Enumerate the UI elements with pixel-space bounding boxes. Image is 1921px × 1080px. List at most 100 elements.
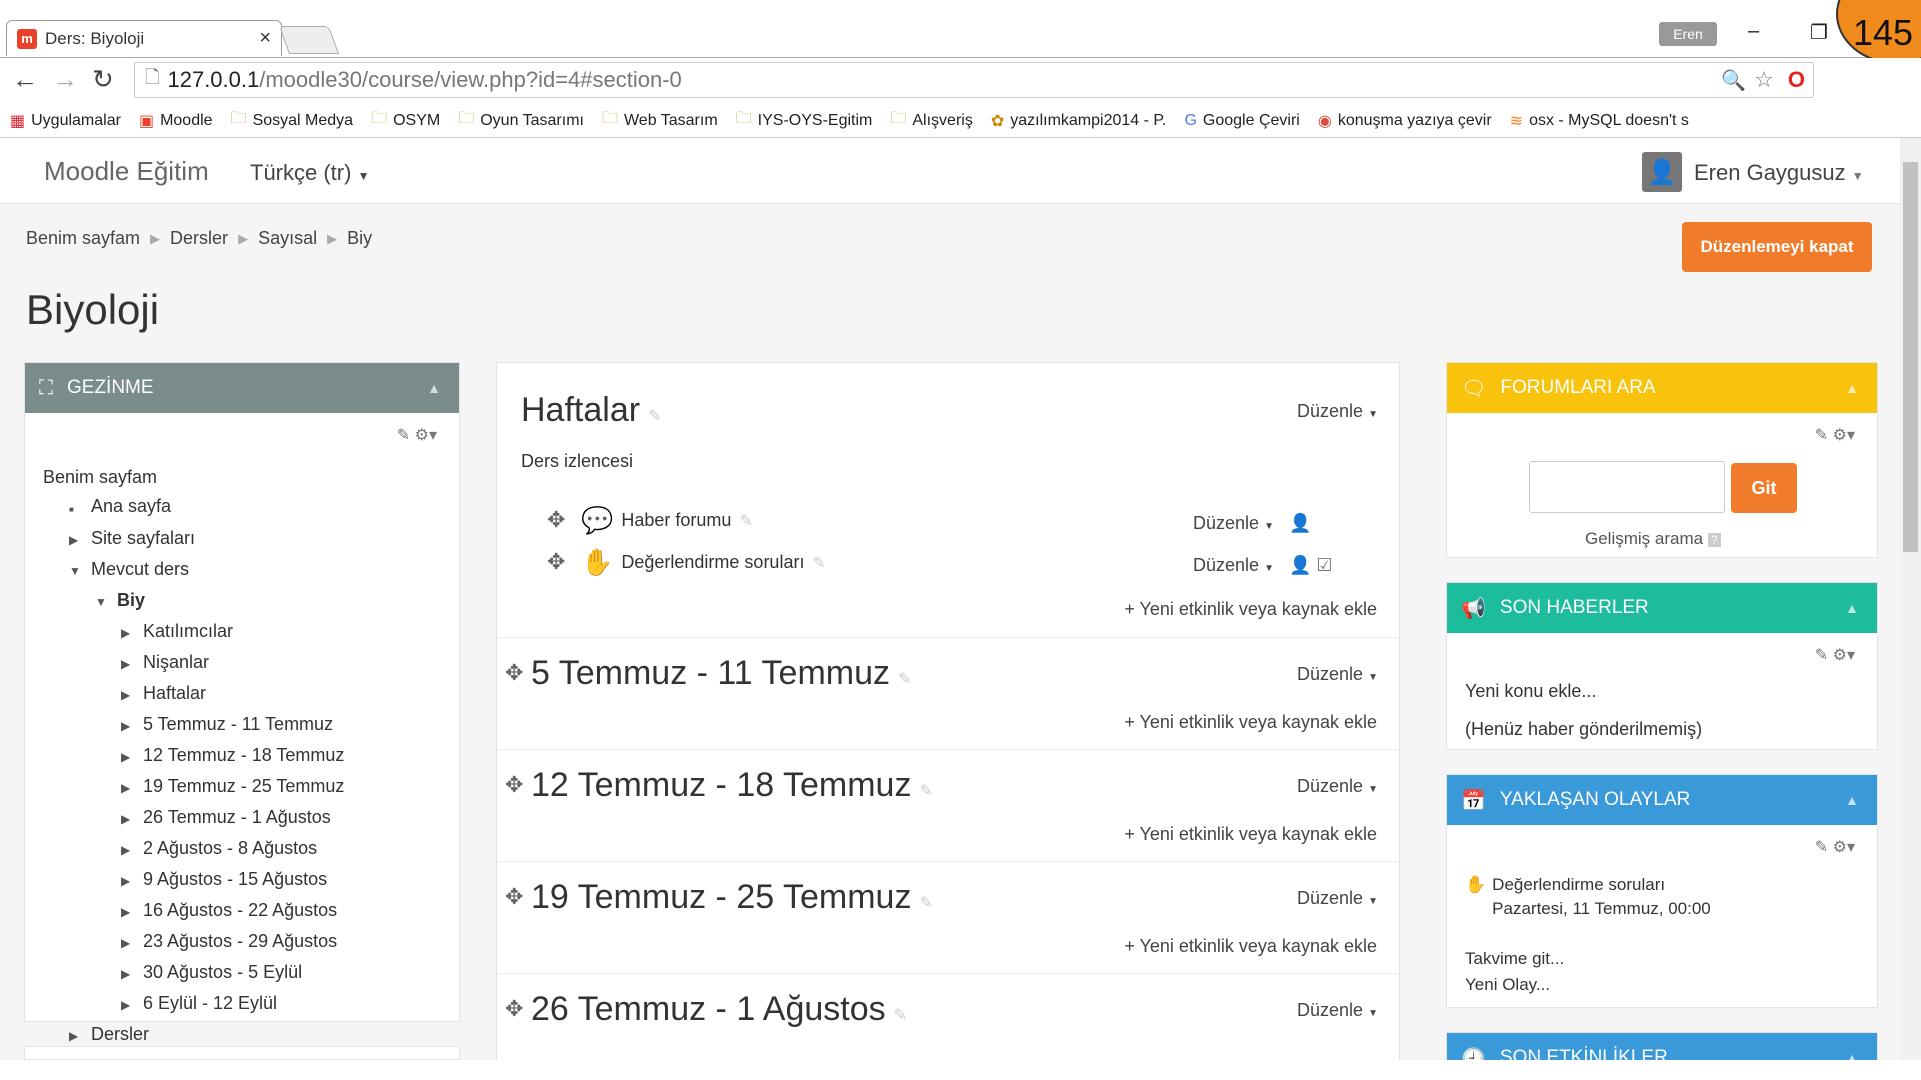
collapsed-icon[interactable]: ▶	[121, 681, 135, 710]
nav-tree-item[interactable]: ▶ 6 Eylül - 12 Eylül	[43, 989, 344, 1020]
collapse-icon[interactable]: ▲	[1845, 380, 1859, 396]
collapsed-icon[interactable]: ▶	[121, 712, 135, 741]
add-topic-link[interactable]: Yeni konu ekle...	[1465, 681, 1596, 702]
nav-tree-item[interactable]: Benim sayfam	[43, 463, 344, 492]
collapsed-icon[interactable]: ▶	[121, 836, 135, 865]
edit-menu[interactable]: Düzenle ▼	[1297, 776, 1378, 797]
nav-tree-item[interactable]: ▶ 30 Ağustos - 5 Eylül	[43, 958, 344, 989]
bookmark-folder[interactable]: 🗀 Sosyal Medya	[231, 107, 354, 134]
search-go-button[interactable]: Git	[1731, 463, 1797, 513]
opera-icon[interactable]: O	[1788, 67, 1805, 93]
collapsed-icon[interactable]: ▶	[121, 991, 135, 1020]
move-icon[interactable]: ✥	[547, 507, 565, 533]
block-actions-icon[interactable]: ✎ ⚙▾	[397, 425, 437, 445]
nav-tree-item[interactable]: ▶ Nişanlar	[43, 648, 344, 679]
edit-menu[interactable]: Düzenle ▼	[1297, 664, 1378, 685]
edit-menu[interactable]: Düzenle ▼ 👤 ☑	[1193, 555, 1333, 576]
turn-editing-off-button[interactable]: Düzenlemeyi kapat	[1682, 222, 1872, 272]
nav-tree-item[interactable]: ■ Ana sayfa	[43, 492, 344, 524]
search-forums-input[interactable]	[1529, 461, 1725, 513]
nav-tree-item[interactable]: ▶ 19 Temmuz - 25 Temmuz	[43, 772, 344, 803]
nav-tree-item[interactable]: ▶ Haftalar	[43, 679, 344, 710]
user-icon[interactable]: 👤	[1289, 513, 1311, 533]
address-bar[interactable]: 🗋 127.0.0.1 /moodle30/course/view.php?id…	[134, 62, 1814, 98]
bookmark-folder[interactable]: 🗀 Web Tasarım	[602, 107, 718, 134]
restore-icon[interactable]: ❐	[1810, 20, 1828, 45]
add-activity-link[interactable]: + Yeni etkinlik veya kaynak ekle	[1124, 824, 1377, 845]
profile-badge[interactable]: Eren	[1659, 22, 1717, 46]
new-tab-button[interactable]	[278, 26, 340, 54]
collapsed-icon[interactable]: ▶	[121, 960, 135, 989]
event-item[interactable]: ✋ Değerlendirme soruları Pazartesi, 11 Tem…	[1465, 875, 1711, 919]
edit-title-icon[interactable]: ✎	[919, 783, 932, 800]
checkbox-icon[interactable]: ☑	[1316, 555, 1332, 575]
edit-title-icon[interactable]: ✎	[739, 511, 752, 531]
zoom-icon[interactable]: 🔍	[1721, 68, 1746, 93]
collapse-icon[interactable]: ▲	[1845, 792, 1859, 808]
nav-tree-item[interactable]: ▼ Biy	[43, 586, 344, 617]
collapsed-icon[interactable]: ▶	[121, 619, 135, 648]
nav-tree-item[interactable]: ▶ 2 Ağustos - 8 Ağustos	[43, 834, 344, 865]
add-activity-link[interactable]: + Yeni etkinlik veya kaynak ekle	[1124, 599, 1377, 620]
move-icon[interactable]: ✥	[505, 660, 523, 686]
nav-tree-item[interactable]: ▶ 5 Temmuz - 11 Temmuz	[43, 710, 344, 741]
edit-menu[interactable]: Düzenle ▼	[1297, 401, 1378, 422]
collapsed-icon[interactable]: ▶	[121, 929, 135, 958]
language-menu[interactable]: Türkçe (tr) ▼	[250, 160, 369, 186]
edit-menu[interactable]: Düzenle ▼	[1297, 888, 1378, 909]
edit-title-icon[interactable]: ✎	[648, 408, 661, 425]
expanded-icon[interactable]: ▼	[95, 588, 109, 617]
go-to-calendar-link[interactable]: Takvime git...	[1465, 949, 1564, 969]
collapsed-icon[interactable]: ▶	[121, 867, 135, 896]
collapsed-icon[interactable]: ▶	[121, 743, 135, 772]
move-icon[interactable]: ✥	[505, 772, 523, 798]
new-event-link[interactable]: Yeni Olay...	[1465, 975, 1550, 995]
nav-tree-item[interactable]: ▶ 9 Ağustos - 15 Ağustos	[43, 865, 344, 896]
activity-quiz[interactable]: ✋ Değerlendirme soruları ✎	[581, 547, 826, 578]
collapsed-icon[interactable]: ▶	[121, 650, 135, 679]
user-menu[interactable]: Eren Gaygusuz ▼	[1694, 160, 1864, 186]
site-brand[interactable]: Moodle Eğitim	[44, 156, 209, 187]
collapse-icon[interactable]: ▲	[427, 380, 441, 396]
nav-tree-item[interactable]: ▶ 26 Temmuz - 1 Ağustos	[43, 803, 344, 834]
scrollbar-thumb[interactable]	[1903, 162, 1918, 552]
nav-tree-item[interactable]: ▶ Katılımcılar	[43, 617, 344, 648]
breadcrumb-item[interactable]: Biy	[347, 228, 372, 249]
browser-tab[interactable]: m Ders: Biyoloji ×	[6, 20, 282, 56]
activity-forum[interactable]: 💬 Haber forumu ✎	[581, 505, 753, 536]
bullet-icon[interactable]: ■	[69, 495, 83, 524]
breadcrumb-item[interactable]: Dersler	[170, 228, 228, 249]
nav-tree-item[interactable]: ▶ 16 Ağustos - 22 Ağustos	[43, 896, 344, 927]
bookmark-folder[interactable]: 🗀 Oyun Tasarımı	[458, 107, 584, 134]
nav-tree-item[interactable]: ▶ 23 Ağustos - 29 Ağustos	[43, 927, 344, 958]
bookmark-folder[interactable]: 🗀 IYS-OYS-Egitim	[736, 107, 873, 134]
minimize-icon[interactable]: –	[1748, 20, 1759, 43]
edit-title-icon[interactable]: ✎	[919, 895, 932, 912]
edit-title-icon[interactable]: ✎	[898, 671, 911, 688]
move-icon[interactable]: ✥	[505, 884, 523, 910]
collapsed-icon[interactable]: ▶	[121, 898, 135, 927]
add-activity-link[interactable]: + Yeni etkinlik veya kaynak ekle	[1124, 712, 1377, 733]
bookmark-moodle[interactable]: ▣ Moodle	[139, 111, 213, 131]
star-icon[interactable]: ☆	[1754, 67, 1774, 93]
bookmark-folder[interactable]: 🗀 OSYM	[371, 107, 440, 134]
edit-title-icon[interactable]: ✎	[894, 1007, 907, 1024]
expanded-icon[interactable]: ▼	[69, 557, 83, 586]
collapse-icon[interactable]: ▲	[1845, 600, 1859, 616]
bookmark-link[interactable]: ✿ yazılımkampi2014 - P.	[991, 111, 1167, 131]
avatar[interactable]: 👤	[1642, 152, 1682, 192]
breadcrumb-item[interactable]: Benim sayfam	[26, 228, 140, 249]
edit-title-icon[interactable]: ✎	[812, 553, 825, 573]
nav-tree-item[interactable]: ▶ 12 Temmuz - 18 Temmuz	[43, 741, 344, 772]
move-icon[interactable]: ✥	[547, 549, 565, 575]
collapsed-icon[interactable]: ▶	[121, 805, 135, 834]
block-actions-icon[interactable]: ✎ ⚙▾	[1815, 425, 1855, 445]
collapse-icon[interactable]: ▲	[1845, 1050, 1859, 1060]
help-icon[interactable]: ?	[1707, 533, 1721, 547]
nav-tree-item[interactable]: ▼ Mevcut ders	[43, 555, 344, 586]
bookmark-link[interactable]: G Google Çeviri	[1184, 112, 1299, 130]
bookmark-link[interactable]: ◉ konuşma yazıya çevir	[1318, 111, 1492, 131]
edit-menu[interactable]: Düzenle ▼	[1297, 1000, 1378, 1021]
bookmark-folder[interactable]: 🗀 Alışveriş	[890, 107, 972, 134]
breadcrumb-item[interactable]: Sayısal	[258, 228, 317, 249]
